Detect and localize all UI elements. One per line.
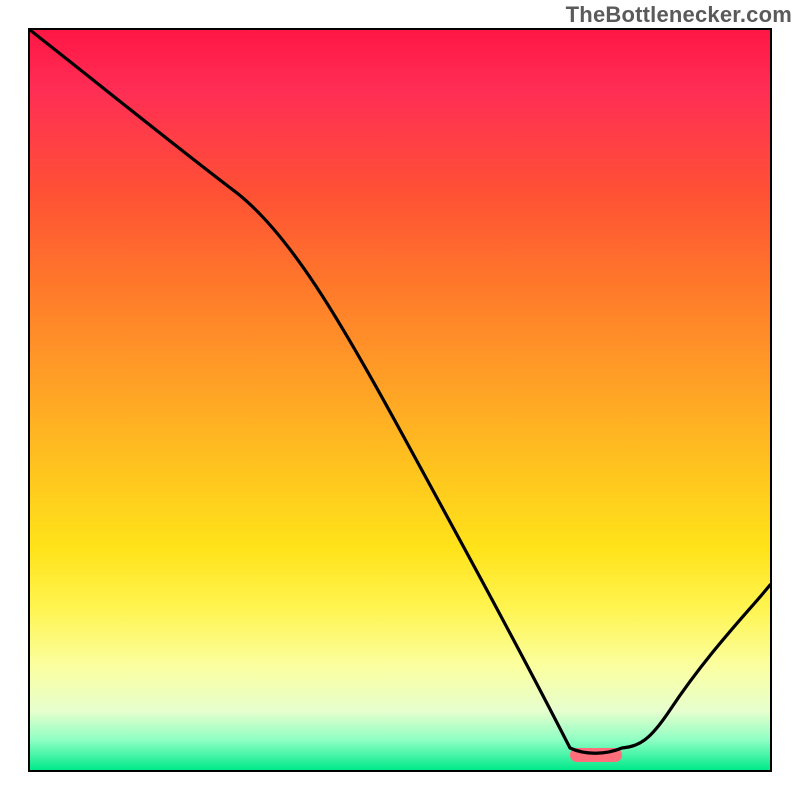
plot-area [28,28,772,772]
bottleneck-curve [30,30,770,753]
chart-overlay [30,30,770,770]
attribution-text: TheBottlenecker.com [566,2,792,28]
chart-container: TheBottlenecker.com [0,0,800,800]
